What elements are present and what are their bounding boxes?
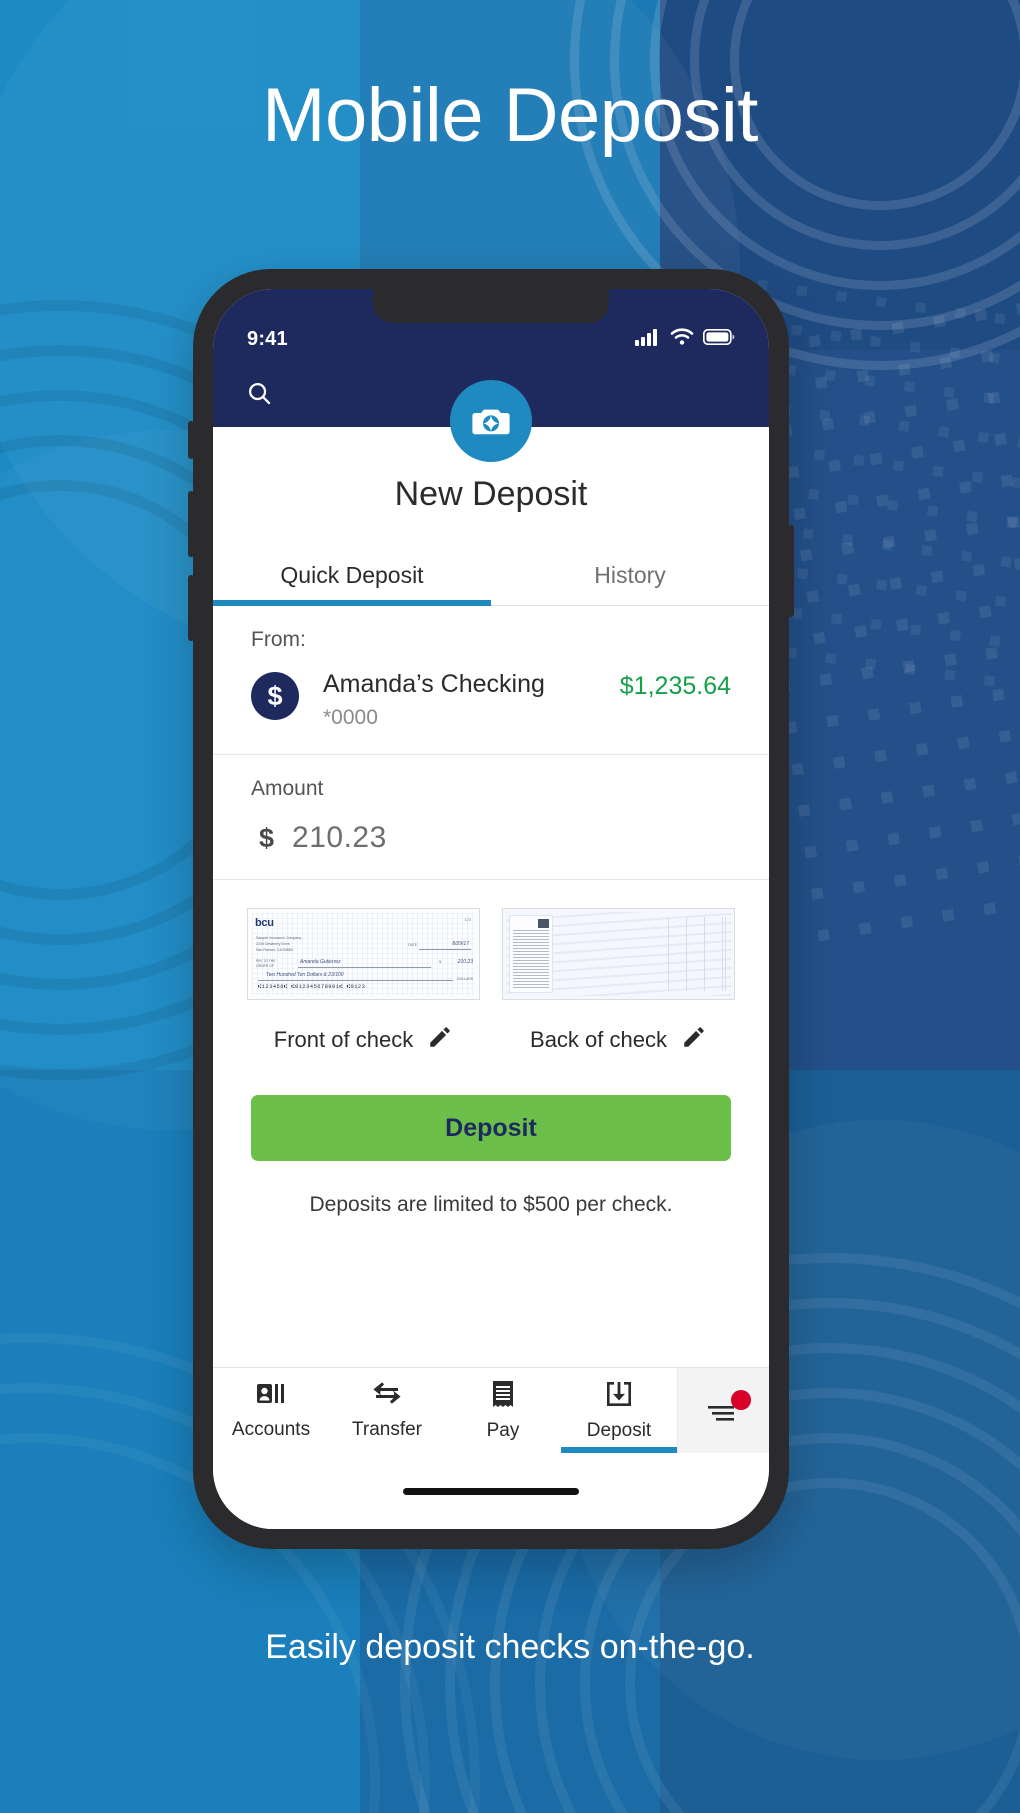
phone-volume-up-button xyxy=(188,491,194,557)
tab-quick-deposit[interactable]: Quick Deposit xyxy=(213,552,491,606)
tab-history[interactable]: History xyxy=(491,552,769,605)
check-amount-symbol: $ xyxy=(439,960,441,964)
app-header xyxy=(213,359,769,457)
home-indicator[interactable] xyxy=(403,1487,579,1495)
bottom-navigation: Accounts Transfer Pay Deposit xyxy=(213,1367,769,1453)
status-bar: 9:41 xyxy=(213,289,769,359)
pencil-icon[interactable] xyxy=(427,1024,453,1055)
battery-icon xyxy=(702,328,735,350)
home-indicator-area xyxy=(213,1453,769,1529)
check-bank-logo: bcu xyxy=(255,917,274,929)
promo-caption: Easily deposit checks on-the-go. xyxy=(265,1628,755,1666)
account-name: Amanda’s Checking xyxy=(323,670,545,698)
check-micr-line: ⑆123456⑆ ⑆012345678901⑆ ⑆0123 xyxy=(258,983,366,990)
check-pay-to-label: PAY TO THE ORDER OF xyxy=(256,959,276,969)
front-of-check-thumbnail[interactable]: bcu 123 Sample Insurance Company 2235 De… xyxy=(247,908,480,1000)
check-date-value: 8/29/17 xyxy=(452,941,469,947)
amount-label: Amount xyxy=(251,777,324,800)
check-payer-block: Sample Insurance Company 2235 Dewberry D… xyxy=(256,936,302,953)
camera-deposit-icon xyxy=(455,385,527,457)
deposit-limit-note: Deposits are limited to $500 per check. xyxy=(309,1193,673,1216)
deposit-button[interactable]: Deposit xyxy=(251,1095,731,1161)
search-icon[interactable] xyxy=(243,377,275,409)
transfer-icon xyxy=(372,1381,402,1412)
nav-item-pay[interactable]: Pay xyxy=(445,1368,561,1453)
wifi-icon xyxy=(670,328,694,351)
phone-notch xyxy=(373,289,609,323)
cellular-signal-icon xyxy=(635,328,661,351)
back-of-check-thumbnail[interactable] xyxy=(502,908,735,1000)
screen-content: New Deposit Quick Deposit History From: … xyxy=(213,427,769,1367)
account-balance: $1,235.64 xyxy=(619,672,731,700)
front-of-check-label: Front of check xyxy=(273,1026,414,1052)
check-endorsement-stub xyxy=(509,915,553,993)
check-dollars-label: DOLLARS xyxy=(457,977,473,981)
phone-mute-switch xyxy=(188,421,194,459)
check-images-section: bcu 123 Sample Insurance Company 2235 De… xyxy=(213,880,769,1061)
phone-volume-down-button xyxy=(188,575,194,641)
nav-item-transfer[interactable]: Transfer xyxy=(329,1368,445,1453)
account-row[interactable]: $ Amanda’s Checking *0000 $1,235.64 xyxy=(251,670,731,730)
check-endorsement-lines xyxy=(668,917,726,991)
promo-headline: Mobile Deposit xyxy=(262,73,758,158)
account-number: *0000 xyxy=(323,706,378,729)
accounts-icon xyxy=(256,1381,286,1412)
phone-power-button xyxy=(788,525,794,617)
check-payee: Amanda Gutierrez xyxy=(300,959,341,965)
nav-label: Transfer xyxy=(351,1418,423,1440)
promo-page: Mobile Deposit 9:41 New Deposit Quick De… xyxy=(0,0,1020,1813)
phone-screen: 9:41 New Deposit Quick Deposit History F… xyxy=(213,289,769,1529)
back-of-check-item[interactable]: Back of check xyxy=(502,908,735,1055)
check-amount-box: 210.23 xyxy=(457,959,473,965)
status-clock: 9:41 xyxy=(247,328,288,350)
nav-label: Accounts xyxy=(231,1418,311,1440)
check-qr-icon xyxy=(538,919,549,928)
back-of-check-label: Back of check xyxy=(530,1026,667,1052)
nav-item-deposit[interactable]: Deposit xyxy=(561,1368,677,1453)
tab-label: Quick Deposit xyxy=(280,562,424,588)
nav-label: Deposit xyxy=(586,1419,652,1441)
front-of-check-item[interactable]: bcu 123 Sample Insurance Company 2235 De… xyxy=(247,908,480,1055)
tab-bar: Quick Deposit History xyxy=(213,552,769,606)
phone-mockup: 9:41 New Deposit Quick Deposit History F… xyxy=(188,269,794,1549)
amount-input[interactable]: 210.23 xyxy=(292,821,387,855)
hamburger-menu-icon[interactable] xyxy=(677,1368,769,1453)
from-account-section[interactable]: From: $ Amanda’s Checking *0000 $1,235.6… xyxy=(213,606,769,755)
tab-label: History xyxy=(594,562,666,588)
pencil-icon[interactable] xyxy=(681,1024,707,1055)
deposit-download-icon xyxy=(605,1380,633,1413)
check-date-label: DATE xyxy=(408,943,417,947)
check-number: 123 xyxy=(464,917,471,922)
notification-badge xyxy=(731,1390,751,1410)
nav-label: Pay xyxy=(486,1419,520,1441)
currency-symbol: $ xyxy=(259,823,275,853)
nav-item-accounts[interactable]: Accounts xyxy=(213,1368,329,1453)
dollar-circle-icon: $ xyxy=(251,672,299,720)
amount-section[interactable]: Amount $ 210.23 xyxy=(213,755,769,880)
check-written-amount: Two Hundred Ten Dollars & 23/100 xyxy=(266,972,344,978)
pay-receipt-icon xyxy=(490,1380,516,1413)
from-label: From: xyxy=(251,628,306,651)
